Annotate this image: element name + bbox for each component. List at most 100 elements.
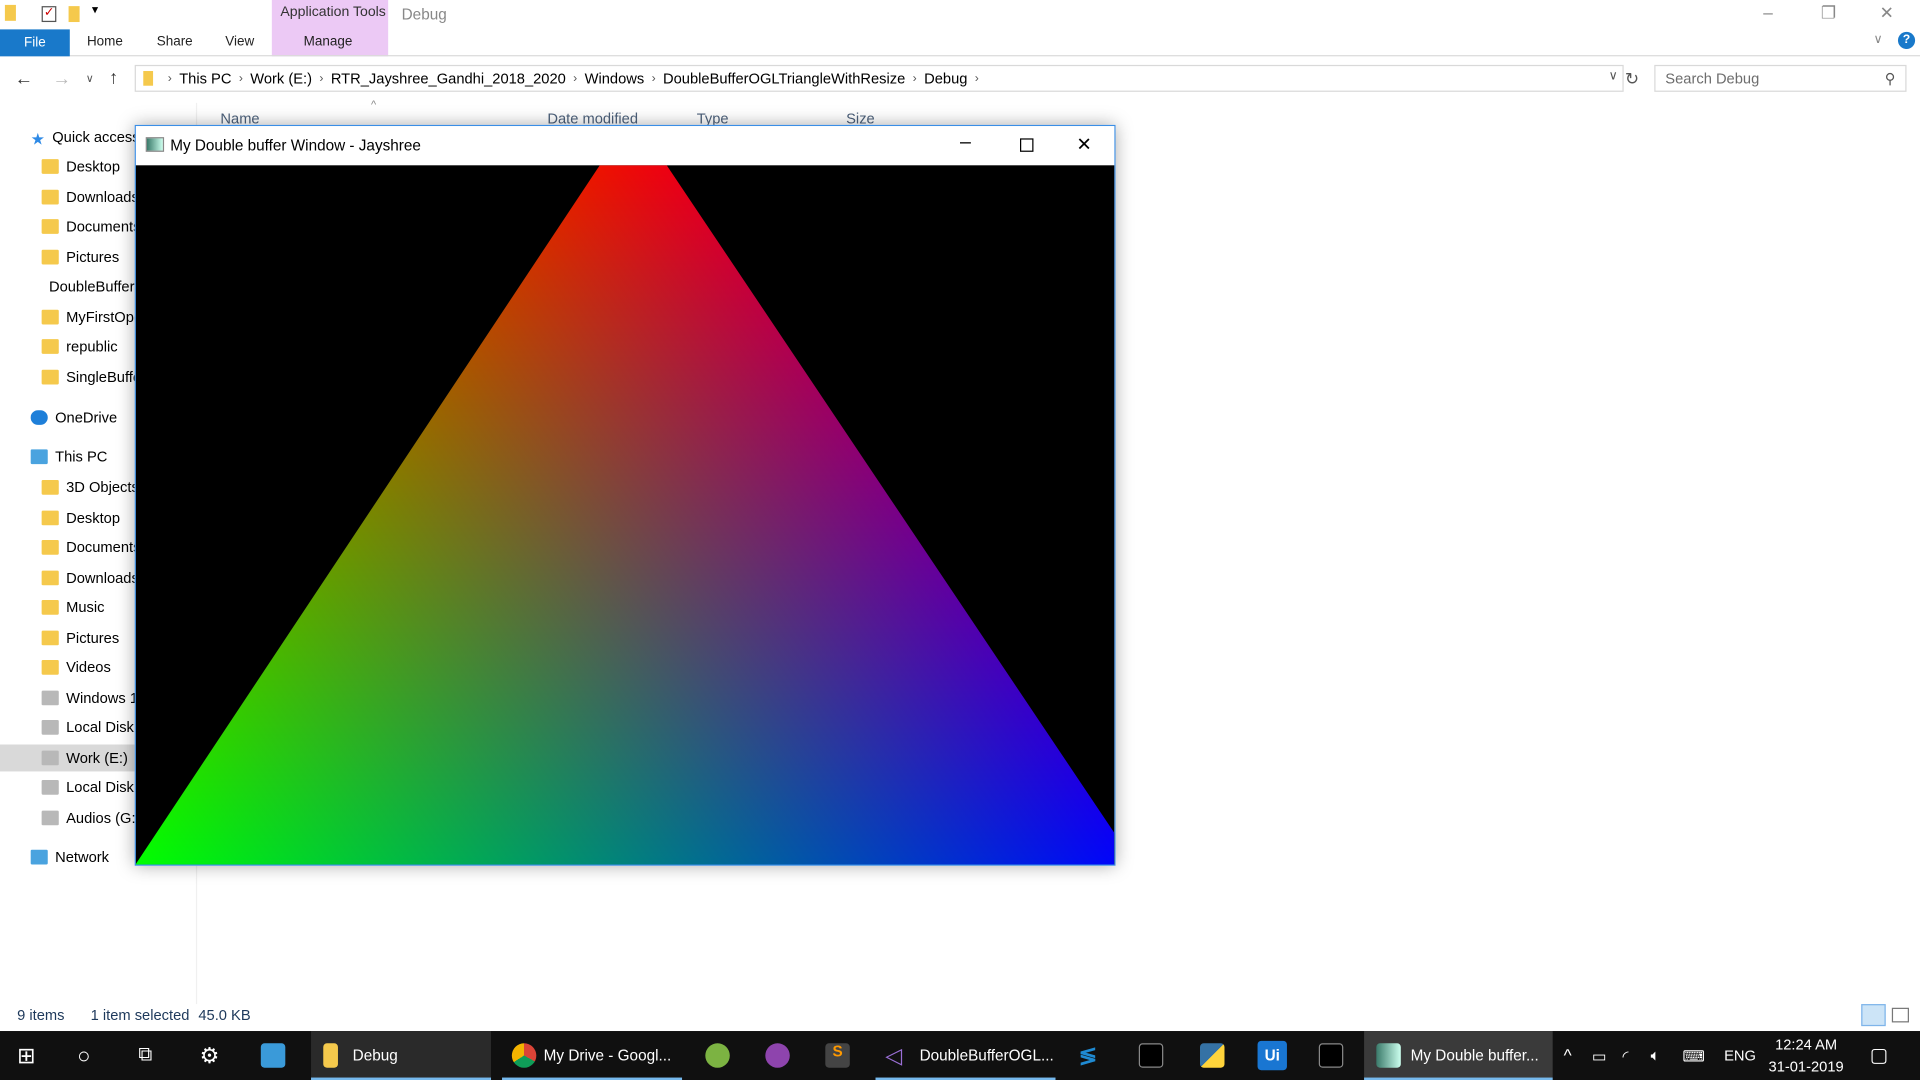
vscode-button[interactable]: ≶ <box>1079 1031 1103 1080</box>
folder-icon <box>41 480 59 495</box>
maximize-button[interactable] <box>1020 138 1034 152</box>
control-panel-button[interactable] <box>260 1031 286 1080</box>
show-hidden-icons-button[interactable]: ^ <box>1564 1031 1572 1080</box>
folder-icon <box>41 189 59 204</box>
nav-item-label: Work (E:) <box>66 748 128 766</box>
python-button[interactable] <box>1200 1031 1225 1080</box>
large-icons-view-button[interactable] <box>1891 1007 1909 1023</box>
details-view-button[interactable] <box>1861 1004 1886 1027</box>
window-title: Debug <box>401 6 447 24</box>
wifi-icon[interactable]: ◜ <box>1622 1031 1628 1080</box>
tab-view[interactable]: View <box>225 34 254 49</box>
cmd-button[interactable] <box>1138 1031 1164 1080</box>
breadcrumb-windows[interactable]: Windows <box>577 70 651 87</box>
close-button[interactable]: ✕ <box>1076 133 1091 156</box>
drive-icon <box>41 750 59 765</box>
star-icon: ★ <box>30 129 45 149</box>
breadcrumb-rtr[interactable]: RTR_Jayshree_Gandhi_2018_2020 <box>323 70 573 87</box>
folder-icon <box>143 71 154 86</box>
drive-icon <box>41 720 59 735</box>
nav-item-label: Videos <box>66 658 111 676</box>
github-button[interactable] <box>765 1031 790 1080</box>
terminal-button[interactable] <box>1318 1031 1344 1080</box>
chrome-icon <box>511 1043 537 1068</box>
task-view-button[interactable]: ⧉ <box>138 1031 152 1080</box>
nav-item-label: Pictures <box>66 247 120 266</box>
back-icon[interactable]: ← <box>15 69 33 90</box>
expand-ribbon-icon[interactable]: ∨ <box>1873 33 1882 46</box>
status-item-count: 9 items <box>17 1006 65 1024</box>
nav-item-label: Desktop <box>66 508 121 526</box>
customize-toolbar-icon[interactable]: ▾ <box>92 4 98 17</box>
breadcrumb-work[interactable]: Work (E:) <box>243 70 319 87</box>
up-icon[interactable]: ↑ <box>109 67 118 88</box>
recent-locations-icon[interactable]: ∨ <box>86 72 94 85</box>
refresh-icon[interactable]: ↻ <box>1625 69 1639 90</box>
visual-studio-icon: ◁ <box>885 1043 903 1068</box>
opengl-window-icon <box>1376 1043 1401 1068</box>
opengl-window-title-bar[interactable]: My Double buffer Window - Jayshree – ✕ <box>135 126 1115 166</box>
action-center-button[interactable]: ▢ <box>1870 1031 1889 1080</box>
android-studio-button[interactable] <box>705 1031 730 1080</box>
sublime-button[interactable]: S <box>825 1031 850 1080</box>
nav-item-label: Pictures <box>66 628 120 646</box>
taskbar-app-visual-studio[interactable]: ◁ DoubleBufferOGL... <box>875 1031 1056 1080</box>
breadcrumb-this-pc[interactable]: This PC <box>172 70 239 87</box>
new-folder-icon[interactable] <box>68 6 80 23</box>
drive-icon <box>41 810 59 825</box>
tab-share[interactable]: Share <box>157 34 193 49</box>
vscode-icon: ≶ <box>1078 1043 1098 1068</box>
start-button[interactable]: ⊞ <box>17 1031 35 1080</box>
search-button[interactable]: ○ <box>77 1031 90 1080</box>
folder-icon <box>41 219 59 234</box>
opengl-window[interactable]: My Double buffer Window - Jayshree – ✕ <box>134 124 1116 866</box>
folder-icon <box>4 4 16 21</box>
notification-icon: ▢ <box>1869 1045 1889 1067</box>
volume-icon[interactable]: 🔈︎ <box>1651 1031 1660 1080</box>
search-input[interactable]: Search Debug ⚲ <box>1654 64 1907 92</box>
folder-icon <box>41 510 59 525</box>
forward-icon[interactable]: → <box>53 69 71 90</box>
triangle-blue-component <box>135 165 1115 865</box>
app-icon <box>145 137 165 152</box>
command-prompt-icon <box>1138 1043 1164 1068</box>
properties-icon[interactable]: ✓ <box>41 6 57 23</box>
close-button[interactable]: ✕ <box>1880 2 1894 23</box>
address-bar[interactable]: › This PC › Work (E:) › RTR_Jayshree_Gandh… <box>134 64 1624 92</box>
address-dropdown-icon[interactable]: ∨ <box>1609 70 1618 83</box>
breadcrumb-debug[interactable]: Debug <box>917 70 975 87</box>
tab-file[interactable]: File <box>0 29 70 57</box>
uipath-icon: Ui <box>1257 1040 1287 1071</box>
language-indicator[interactable]: ENG <box>1724 1031 1756 1080</box>
help-icon[interactable]: ? <box>1897 31 1916 49</box>
breadcrumb-project[interactable]: DoubleBufferOGLTriangleWithResize <box>656 70 913 87</box>
gear-icon: ⚙ <box>199 1042 220 1068</box>
control-panel-icon <box>260 1043 286 1068</box>
restore-button[interactable]: ❐ <box>1821 2 1836 23</box>
folder-icon <box>41 600 59 615</box>
taskbar-app-opengl-window[interactable]: My Double buffer... <box>1364 1031 1553 1080</box>
network-icon <box>30 849 48 865</box>
uipath-button[interactable]: Ui <box>1257 1031 1287 1080</box>
nav-item-label: Music <box>66 598 105 616</box>
nav-item-label: Documents <box>66 538 141 556</box>
keyboard-icon[interactable]: ⌨ <box>1682 1031 1704 1080</box>
explorer-title-bar: ✓ ▾ Application Tools Debug – ❐ ✕ <box>0 0 1920 57</box>
tab-manage[interactable]: Manage <box>304 34 353 49</box>
settings-button[interactable]: ⚙ <box>200 1031 220 1080</box>
taskbar-app-explorer[interactable]: Debug <box>311 1031 492 1080</box>
minimize-button[interactable]: – <box>1763 2 1773 22</box>
folder-icon <box>41 369 59 384</box>
clock[interactable]: 12:24 AM 31-01-2019 <box>1763 1031 1849 1080</box>
drive-icon <box>41 780 59 795</box>
battery-icon[interactable]: ▭ <box>1592 1031 1606 1080</box>
taskbar-app-chrome[interactable]: My Drive - Googl... <box>502 1031 683 1080</box>
opengl-canvas[interactable] <box>135 165 1115 865</box>
minimize-button[interactable]: – <box>960 132 971 154</box>
ribbon-tabs: Home Share View Manage ∨ ? <box>0 27 1920 57</box>
chevron-up-icon: ^ <box>1563 1045 1572 1066</box>
tab-home[interactable]: Home <box>87 34 123 49</box>
taskbar: ⊞ ○ ⧉ ⚙ Debug My Drive - Googl... S ◁ Dou… <box>0 1031 1920 1080</box>
windows-icon: ⊞ <box>17 1042 36 1068</box>
folder-icon <box>41 159 59 174</box>
